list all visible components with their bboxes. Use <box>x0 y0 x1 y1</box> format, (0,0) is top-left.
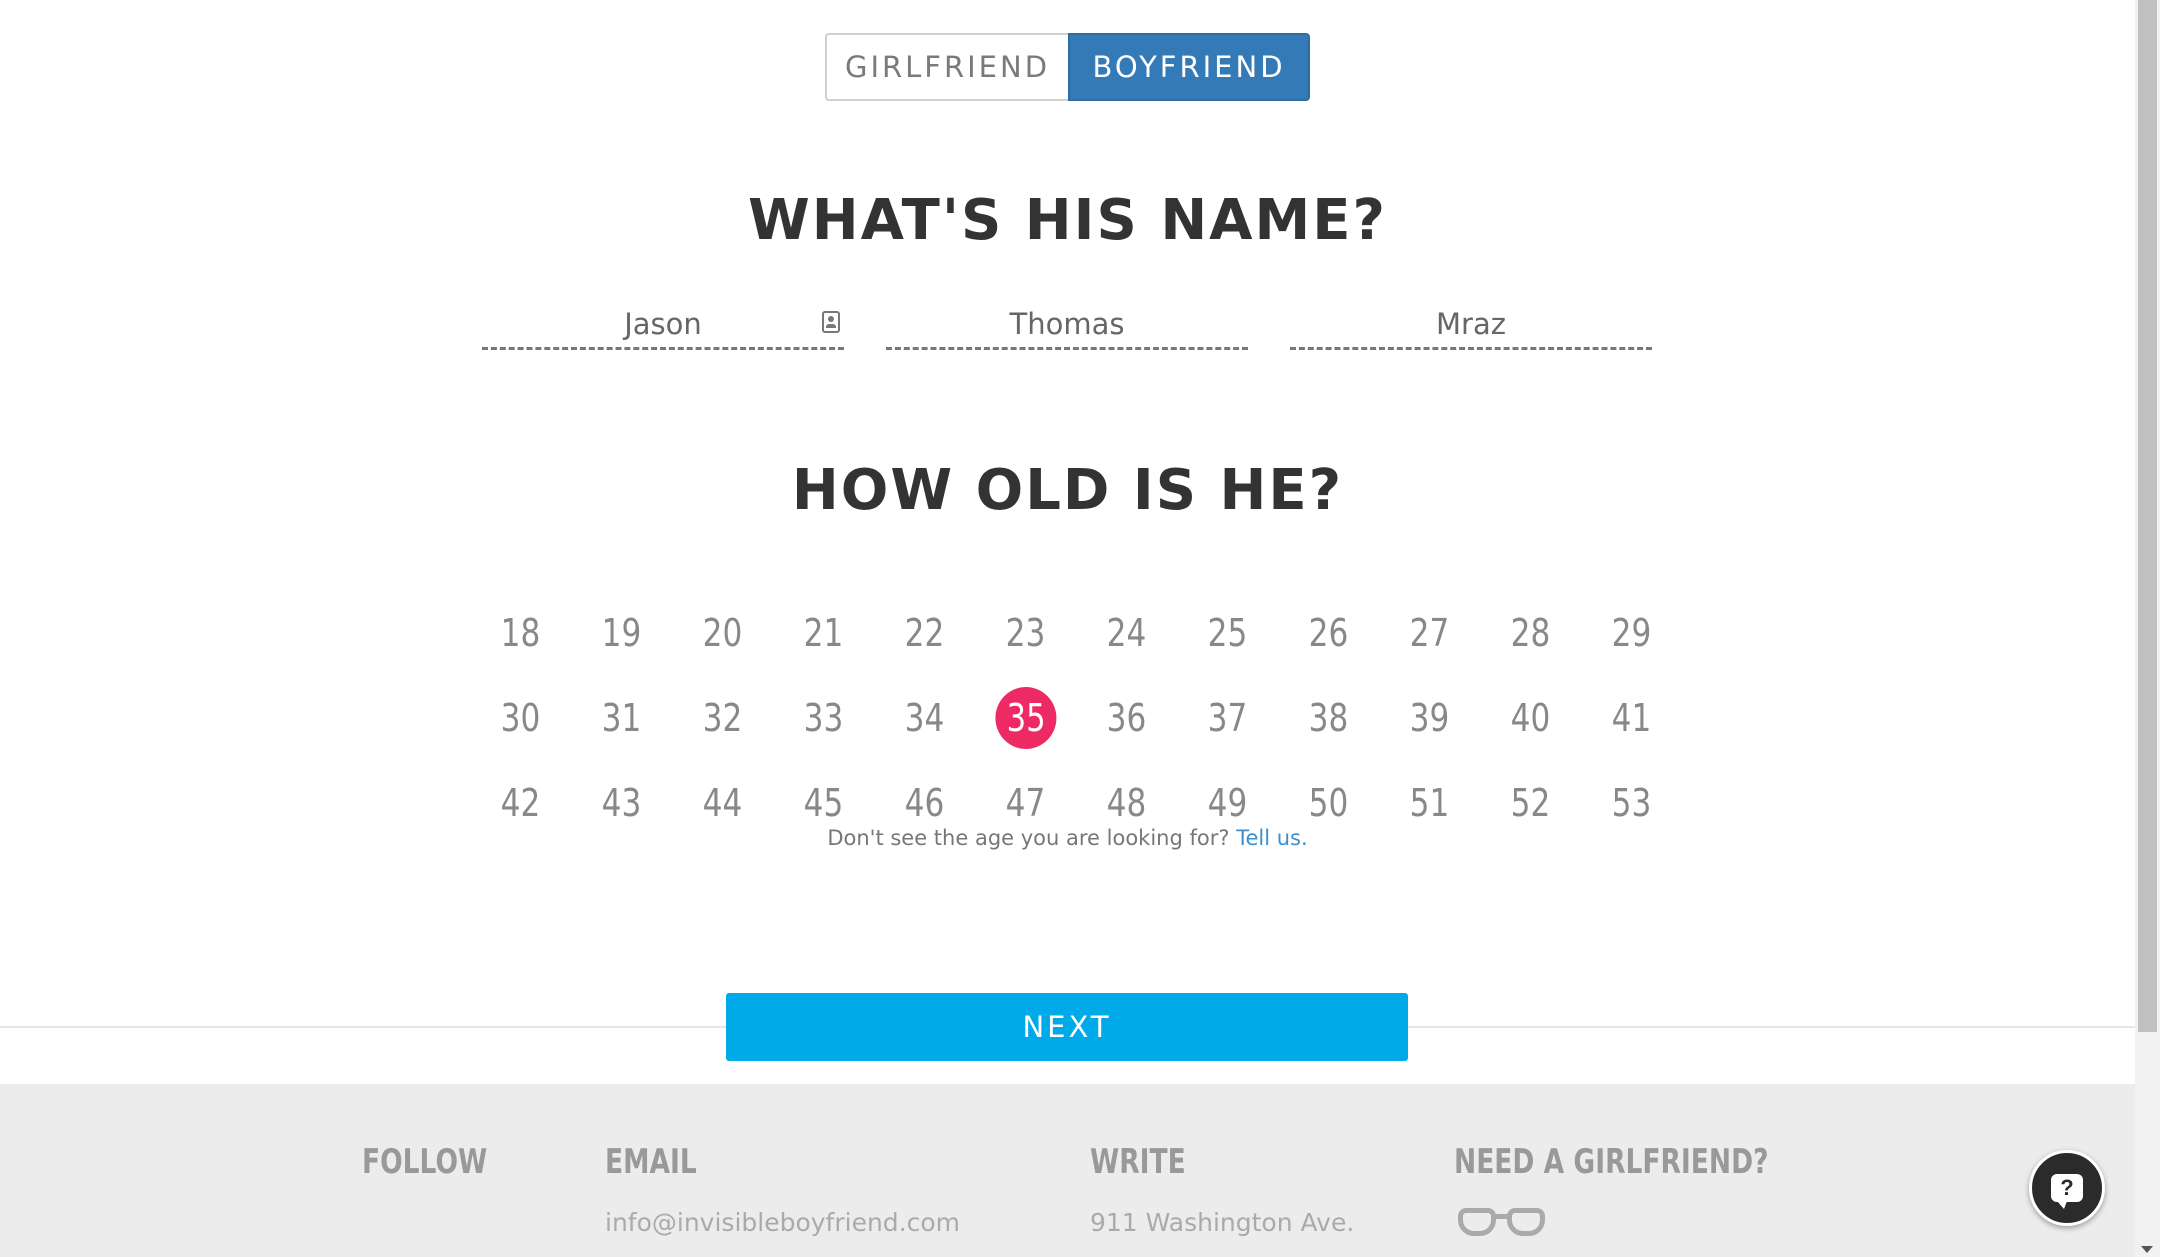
age-option[interactable]: 38 <box>1287 675 1370 760</box>
age-option[interactable]: 39 <box>1388 675 1471 760</box>
age-option-label: 20 <box>702 610 743 655</box>
tell-us-link[interactable]: Tell us. <box>1236 826 1307 850</box>
age-option-label: 34 <box>904 695 945 740</box>
first-name-input[interactable]: Jason <box>482 300 844 350</box>
age-option[interactable]: 41 <box>1590 675 1673 760</box>
footer-address: 911 Washington Ave. <box>1090 1208 1355 1237</box>
footer-follow: FOLLOW <box>362 1142 523 1182</box>
age-option-label: 50 <box>1308 780 1349 825</box>
gender-toggle: GIRLFRIEND BOYFRIEND <box>825 33 1310 101</box>
footer-need-heading: NEED A GIRLFRIEND? <box>1454 1142 1769 1182</box>
age-option-label: 31 <box>601 695 642 740</box>
age-option-label: 51 <box>1409 780 1450 825</box>
age-option[interactable]: 19 <box>580 590 663 675</box>
age-option-label: 43 <box>601 780 642 825</box>
age-option[interactable]: 40 <box>1489 675 1572 760</box>
footer-follow-heading: FOLLOW <box>362 1142 488 1182</box>
age-hint: Don't see the age you are looking for? T… <box>0 826 2135 850</box>
age-option[interactable]: 28 <box>1489 590 1572 675</box>
age-option-label: 37 <box>1207 695 1248 740</box>
age-option-label: 22 <box>904 610 945 655</box>
age-option-value: 35 <box>1005 695 1046 740</box>
age-grid: 18 19 20 21 22 23 24 25 26 27 28 29 30 31 32 33 34 35 36 37… <box>470 590 1682 845</box>
age-option[interactable]: 25 <box>1186 590 1269 675</box>
footer-need-girlfriend: NEED A GIRLFRIEND? <box>1454 1142 1857 1240</box>
age-option-selected[interactable]: 35 <box>984 675 1067 760</box>
age-heading: HOW OLD IS HE? <box>791 458 1344 523</box>
footer-write: WRITE 911 Washington Ave. <box>1090 1142 1354 1237</box>
age-option-label: 24 <box>1106 610 1147 655</box>
last-name-input[interactable]: Mraz <box>1290 300 1652 350</box>
age-option-label: 49 <box>1207 780 1248 825</box>
age-option-label: 21 <box>803 610 844 655</box>
question-chat-icon: ? <box>2051 1174 2083 1209</box>
age-option-label: 53 <box>1611 780 1652 825</box>
age-option-label: 39 <box>1409 695 1450 740</box>
age-option[interactable]: 31 <box>580 675 663 760</box>
age-option[interactable]: 26 <box>1287 590 1370 675</box>
age-option-label: 35 <box>994 686 1057 749</box>
age-option[interactable]: 27 <box>1388 590 1471 675</box>
scrollbar-thumb[interactable] <box>2138 0 2157 1032</box>
age-option-label: 28 <box>1510 610 1551 655</box>
age-option[interactable]: 21 <box>782 590 865 675</box>
footer-email-heading: EMAIL <box>605 1142 697 1182</box>
age-option-label: 29 <box>1611 610 1652 655</box>
age-option[interactable]: 23 <box>984 590 1067 675</box>
age-option-label: 40 <box>1510 695 1551 740</box>
age-option-label: 26 <box>1308 610 1349 655</box>
age-option[interactable]: 20 <box>681 590 764 675</box>
footer: FOLLOW EMAIL info@invisibleboyfriend.com… <box>0 1084 2135 1257</box>
age-option-label: 30 <box>500 695 541 740</box>
age-option-label: 52 <box>1510 780 1551 825</box>
footer-email: EMAIL info@invisibleboyfriend.com <box>605 1142 960 1237</box>
age-option-label: 38 <box>1308 695 1349 740</box>
age-option[interactable]: 33 <box>782 675 865 760</box>
age-option[interactable]: 22 <box>883 590 966 675</box>
footer-email-link[interactable]: info@invisibleboyfriend.com <box>605 1208 960 1237</box>
age-option-label: 41 <box>1611 695 1652 740</box>
age-option[interactable]: 37 <box>1186 675 1269 760</box>
next-button[interactable]: NEXT <box>726 993 1408 1061</box>
boyfriend-toggle-button[interactable]: BOYFRIEND <box>1068 33 1310 101</box>
age-option-label: 46 <box>904 780 945 825</box>
last-name-value: Mraz <box>1436 307 1506 341</box>
age-option-label: 42 <box>500 780 541 825</box>
age-option[interactable]: 18 <box>479 590 562 675</box>
footer-write-heading: WRITE <box>1090 1142 1186 1182</box>
age-option-label: 44 <box>702 780 743 825</box>
age-option[interactable]: 29 <box>1590 590 1673 675</box>
age-option-label: 18 <box>500 610 541 655</box>
glasses-icon[interactable] <box>1454 1204 1549 1240</box>
age-option-label: 45 <box>803 780 844 825</box>
age-option-label: 27 <box>1409 610 1450 655</box>
scrollbar[interactable] <box>2135 0 2160 1257</box>
help-chat-button[interactable]: ? <box>2029 1150 2105 1226</box>
age-option[interactable]: 30 <box>479 675 562 760</box>
scroll-down-arrow-icon[interactable] <box>2141 1246 2153 1253</box>
age-option-label: 25 <box>1207 610 1248 655</box>
age-option-label: 23 <box>1005 610 1046 655</box>
contact-card-icon[interactable] <box>822 311 840 333</box>
name-heading: WHAT'S HIS NAME? <box>747 188 1387 253</box>
age-option-label: 48 <box>1106 780 1147 825</box>
age-option-label: 36 <box>1106 695 1147 740</box>
age-hint-text: Don't see the age you are looking for? <box>827 826 1230 850</box>
age-option-label: 32 <box>702 695 743 740</box>
girlfriend-toggle-button[interactable]: GIRLFRIEND <box>825 33 1068 101</box>
age-option[interactable]: 24 <box>1085 590 1168 675</box>
age-option-label: 47 <box>1005 780 1046 825</box>
middle-name-input[interactable]: Thomas <box>886 300 1248 350</box>
age-option[interactable]: 32 <box>681 675 764 760</box>
age-option-label: 19 <box>601 610 642 655</box>
age-option[interactable]: 34 <box>883 675 966 760</box>
age-option-label: 33 <box>803 695 844 740</box>
first-name-value: Jason <box>624 307 702 341</box>
middle-name-value: Thomas <box>1009 307 1125 341</box>
age-option[interactable]: 36 <box>1085 675 1168 760</box>
